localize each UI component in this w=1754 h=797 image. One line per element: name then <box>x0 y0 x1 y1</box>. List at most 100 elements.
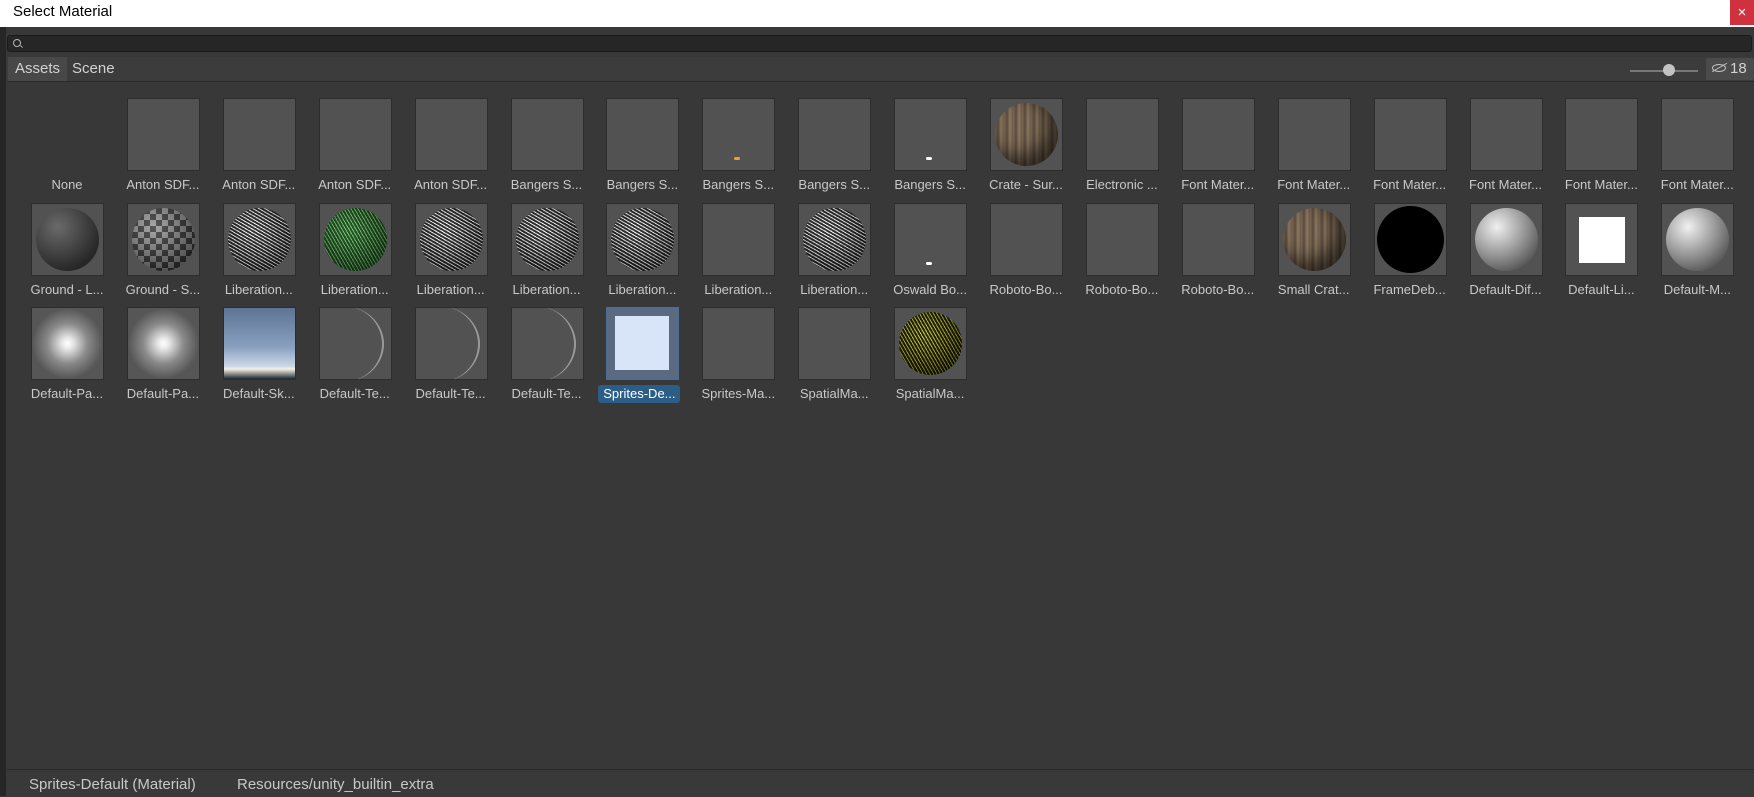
material-label: Bangers S... <box>894 177 966 192</box>
material-label: Sprites-De... <box>598 385 681 403</box>
material-thumbnail <box>990 98 1063 171</box>
material-label: Ground - L... <box>30 281 104 297</box>
hidden-count: 18 <box>1730 60 1747 77</box>
material-thumbnail <box>222 98 296 171</box>
material-item[interactable]: Bangers S... <box>498 95 588 199</box>
sphere-preview <box>1282 207 1346 271</box>
material-item[interactable]: Default-Li... <box>1552 200 1642 304</box>
material-item[interactable]: Default-Pa... <box>114 304 204 408</box>
material-item[interactable]: Default-Sk... <box>210 304 300 408</box>
glyph-preview <box>734 157 741 160</box>
material-thumbnail <box>126 98 200 171</box>
material-item[interactable]: Liberation... <box>498 200 588 304</box>
window-title: Select Material <box>13 3 113 20</box>
material-label: Bangers S... <box>798 177 870 192</box>
material-label: Default-Pa... <box>126 386 200 401</box>
left-edge <box>0 27 6 796</box>
material-item[interactable]: Default-Te... <box>402 304 492 408</box>
material-thumbnail <box>1661 202 1735 276</box>
material-label: Bangers S... <box>702 177 775 192</box>
zoom-slider-handle[interactable] <box>1663 64 1675 76</box>
material-label: Font Mater... <box>1564 177 1638 192</box>
tab-assets[interactable]: Assets <box>8 57 68 81</box>
search-input[interactable] <box>26 36 1726 51</box>
material-label: SpatialMa... <box>895 386 965 401</box>
material-item[interactable]: Bangers S... <box>881 95 971 199</box>
material-item[interactable]: Ground - L... <box>18 200 108 304</box>
material-item[interactable]: Oswald Bo... <box>881 200 971 304</box>
material-item[interactable]: Anton SDF... <box>306 95 396 199</box>
material-item[interactable]: Roboto-Bo... <box>1169 200 1259 304</box>
tab-scene[interactable]: Scene <box>65 57 122 81</box>
material-item[interactable]: Bangers S... <box>593 95 683 199</box>
material-thumbnail <box>414 98 488 171</box>
material-item[interactable]: Bangers S... <box>689 95 779 199</box>
material-item[interactable]: Font Mater... <box>1169 95 1259 199</box>
material-item[interactable]: Liberation... <box>402 200 492 304</box>
material-thumbnail <box>798 307 872 380</box>
material-item[interactable]: Liberation... <box>306 200 396 304</box>
material-item[interactable]: Liberation... <box>593 200 683 304</box>
material-thumbnail <box>126 307 200 380</box>
material-item[interactable]: Font Mater... <box>1648 95 1738 199</box>
material-item[interactable]: Ground - S... <box>114 200 204 304</box>
material-item[interactable]: Liberation... <box>785 200 875 304</box>
material-item[interactable]: Crate - Sur... <box>977 95 1067 199</box>
material-item[interactable]: Default-M... <box>1648 200 1738 304</box>
material-item[interactable]: Font Mater... <box>1457 95 1547 199</box>
material-label: Roboto-Bo... <box>989 281 1063 297</box>
material-item[interactable]: FrameDeb... <box>1361 200 1451 304</box>
material-thumbnail <box>894 98 968 171</box>
material-thumbnail <box>1277 202 1351 276</box>
material-item[interactable]: Font Mater... <box>1361 95 1451 199</box>
material-label: Liberation... <box>704 281 773 297</box>
material-label: Bangers S... <box>606 177 679 192</box>
hidden-items-toggle[interactable]: 18 <box>1706 58 1754 80</box>
material-item[interactable]: Liberation... <box>689 200 779 304</box>
sphere-preview <box>36 207 99 271</box>
material-label: Default-Te... <box>415 386 486 401</box>
material-item[interactable]: Bangers S... <box>785 95 875 199</box>
material-item[interactable]: Sprites-De... <box>593 304 683 408</box>
material-thumbnail <box>318 202 392 276</box>
material-label: Anton SDF... <box>222 177 296 192</box>
material-item[interactable]: Roboto-Bo... <box>977 200 1067 304</box>
material-item[interactable]: Sprites-Ma... <box>689 304 779 408</box>
material-thumbnail <box>1085 98 1159 171</box>
material-item[interactable]: SpatialMa... <box>785 304 875 408</box>
material-label: Font Mater... <box>1660 177 1734 192</box>
material-item[interactable]: Liberation... <box>210 200 300 304</box>
material-label: Default-Li... <box>1568 281 1635 297</box>
material-item[interactable]: Default-Te... <box>498 304 588 408</box>
sphere-preview <box>611 207 675 271</box>
material-item[interactable]: None <box>18 95 108 199</box>
material-label: Bangers S... <box>510 177 583 192</box>
material-item[interactable]: Font Mater... <box>1265 95 1355 199</box>
tab-bar: Assets Scene <box>7 57 1754 82</box>
material-label: Oswald Bo... <box>893 281 967 297</box>
material-item[interactable]: Anton SDF... <box>210 95 300 199</box>
close-button[interactable]: × <box>1730 0 1754 25</box>
material-label: Small Crat... <box>1277 281 1350 297</box>
material-item[interactable]: Electronic ... <box>1073 95 1163 199</box>
material-item[interactable]: SpatialMa... <box>881 304 971 408</box>
material-item[interactable]: Font Mater... <box>1552 95 1642 199</box>
material-item[interactable]: Default-Pa... <box>18 304 108 408</box>
sphere-preview <box>419 207 483 271</box>
search-field[interactable] <box>7 35 1752 52</box>
crescent-preview <box>320 308 391 379</box>
material-thumbnail <box>894 202 968 276</box>
material-label: Sprites-Ma... <box>701 386 776 401</box>
material-item[interactable]: Roboto-Bo... <box>1073 200 1163 304</box>
sphere-preview <box>899 312 963 375</box>
material-label: FrameDeb... <box>1373 281 1446 297</box>
material-item[interactable]: Anton SDF... <box>402 95 492 199</box>
material-item[interactable]: Default-Te... <box>306 304 396 408</box>
material-thumbnail <box>1181 202 1255 276</box>
material-item[interactable]: Default-Dif... <box>1457 200 1547 304</box>
material-item[interactable]: Small Crat... <box>1265 200 1355 304</box>
material-label: Liberation... <box>320 281 389 297</box>
sphere-preview <box>803 207 867 271</box>
material-item[interactable]: Anton SDF... <box>114 95 204 199</box>
material-thumbnail <box>1085 202 1159 276</box>
